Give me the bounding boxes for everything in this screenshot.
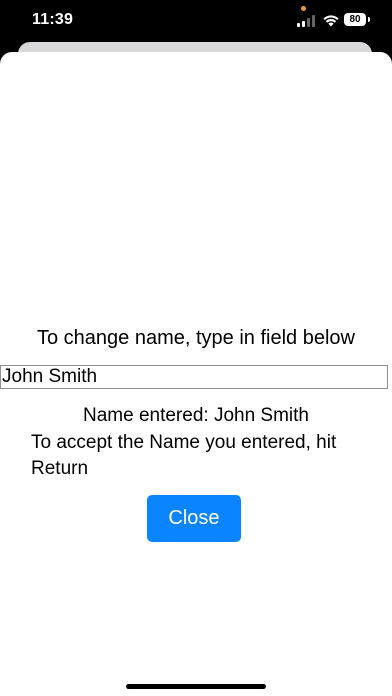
battery-tip <box>368 17 370 22</box>
change-name-prompt: To change name, type in field below <box>37 327 355 349</box>
wifi-icon <box>323 15 339 27</box>
screen: 11:39 80 To change name, type in field b… <box>0 0 392 696</box>
close-button[interactable]: Close <box>147 495 241 542</box>
name-input[interactable] <box>0 365 388 389</box>
status-bar: 11:39 80 <box>0 0 392 42</box>
name-entered-label: Name entered: John Smith <box>82 405 309 426</box>
status-time: 11:39 <box>32 11 74 28</box>
accept-hint: To accept the Name you entered, hit Retu… <box>31 432 337 479</box>
home-indicator[interactable] <box>126 684 266 689</box>
battery-icon: 80 <box>344 13 372 28</box>
privacy-indicator <box>301 6 306 11</box>
signal-icon <box>297 14 317 27</box>
battery-level: 80 <box>344 13 366 26</box>
